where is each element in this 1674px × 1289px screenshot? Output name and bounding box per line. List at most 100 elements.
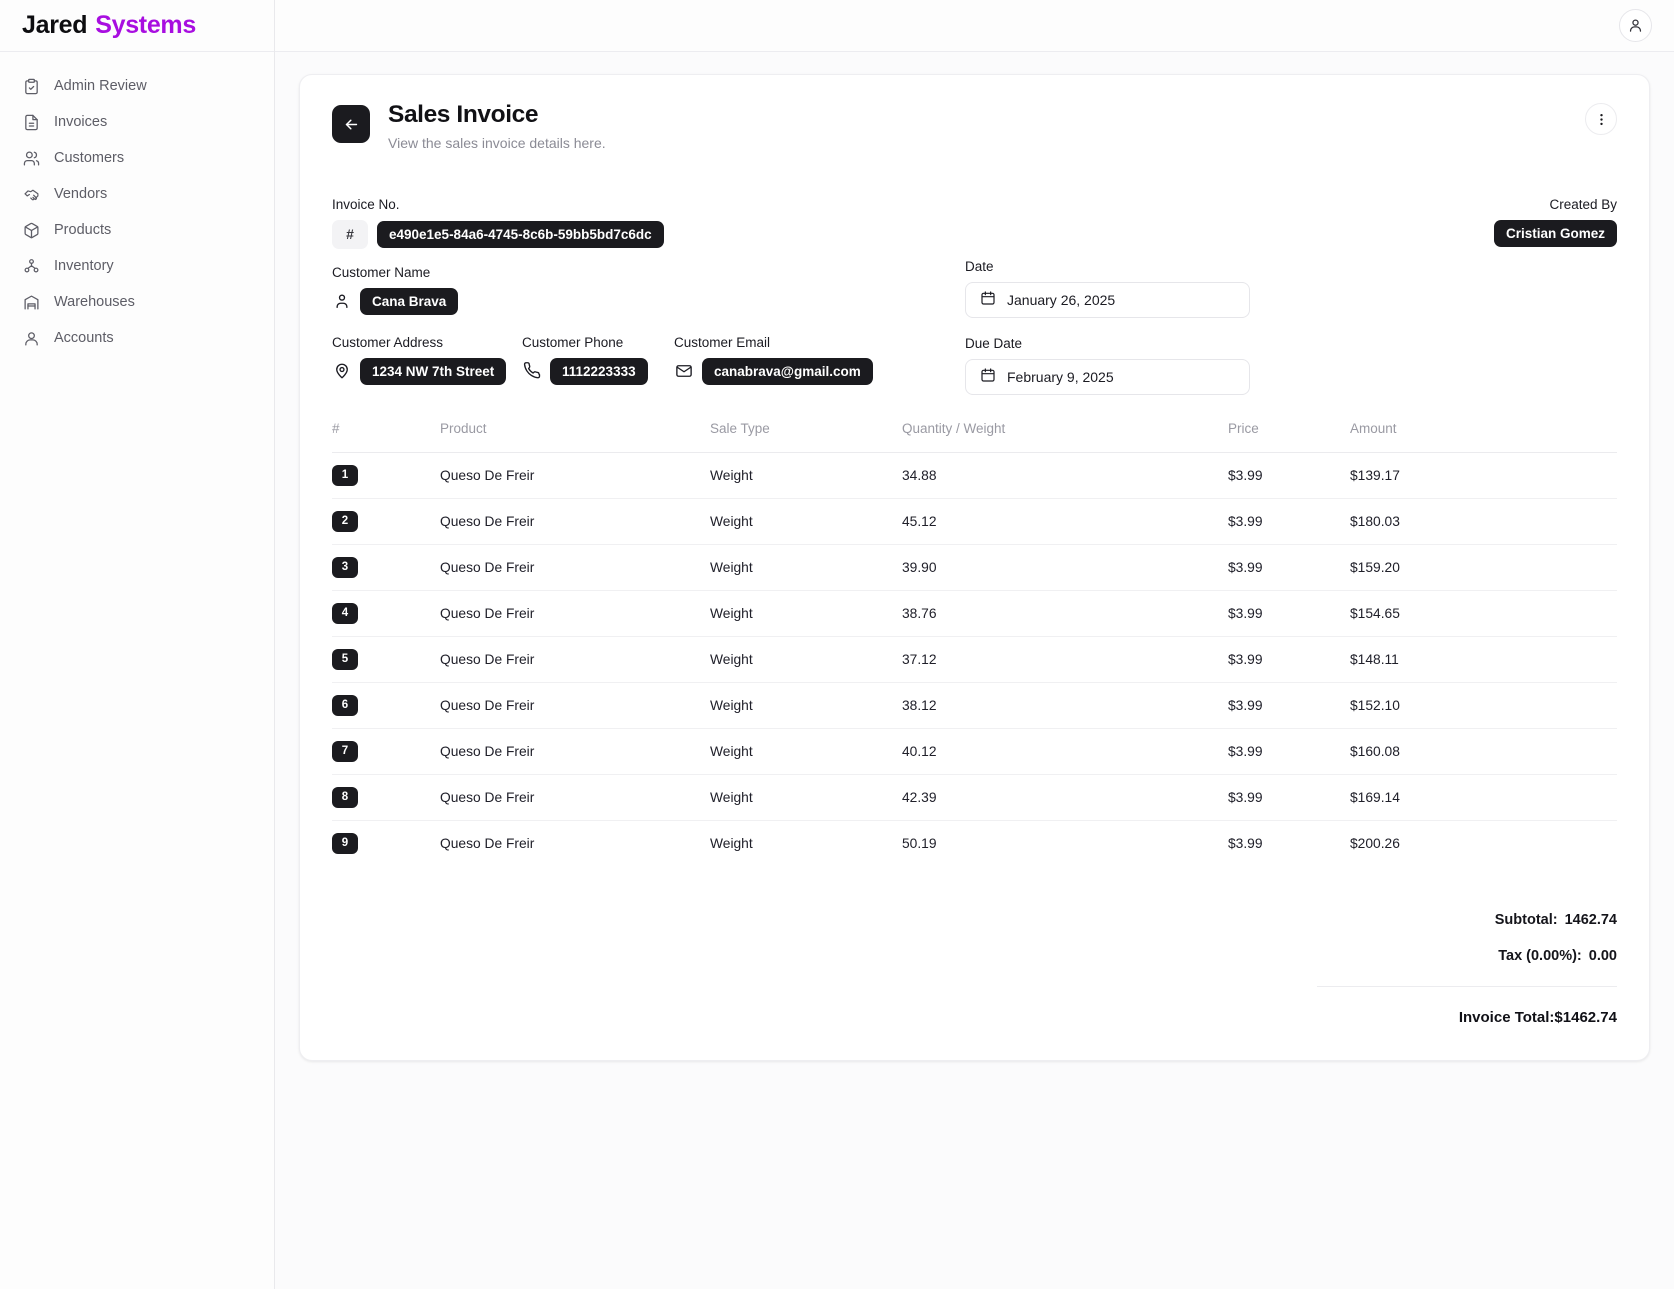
invoice-no-label: Invoice No.	[332, 196, 400, 212]
cell-price: $3.99	[1228, 819, 1350, 866]
users-icon	[22, 149, 40, 167]
cell-index: 8	[332, 773, 440, 821]
table-row[interactable]: 9 Queso De Freir Weight 50.19 $3.99 $200…	[332, 819, 1617, 866]
table-row[interactable]: 1 Queso De Freir Weight 34.88 $3.99 $139…	[332, 451, 1617, 499]
cell-quantity: 38.76	[902, 589, 1228, 637]
table-row[interactable]: 5 Queso De Freir Weight 37.12 $3.99 $148…	[332, 635, 1617, 683]
table-row[interactable]: 3 Queso De Freir Weight 39.90 $3.99 $159…	[332, 543, 1617, 591]
due-date-input[interactable]: February 9, 2025	[965, 358, 1250, 395]
sidebar-nav: Admin Review Invoices Customers Vendors	[0, 52, 274, 356]
row-number-badge: 8	[332, 786, 358, 808]
cell-price: $3.99	[1228, 543, 1350, 591]
sidebar-item-label: Inventory	[54, 258, 114, 274]
invoice-total-row: Invoice Total:$1462.74	[1459, 1009, 1617, 1026]
table-row[interactable]: 7 Queso De Freir Weight 40.12 $3.99 $160…	[332, 727, 1617, 775]
cell-amount: $154.65	[1350, 589, 1617, 637]
cell-product: Queso De Freir	[440, 589, 710, 637]
cell-product: Queso De Freir	[440, 681, 710, 729]
sidebar-item-invoices[interactable]: Invoices	[0, 104, 274, 140]
cell-quantity: 39.90	[902, 543, 1228, 591]
invoice-fields: Invoice No. # e490e1e5-84a6-4745-8c6b-59…	[332, 197, 1617, 397]
table-row[interactable]: 8 Queso De Freir Weight 42.39 $3.99 $169…	[332, 773, 1617, 821]
sidebar-item-products[interactable]: Products	[0, 212, 274, 248]
created-by-value: Cristian Gomez	[1493, 219, 1617, 247]
sidebar-item-inventory[interactable]: Inventory	[0, 248, 274, 284]
cell-index: 6	[332, 681, 440, 729]
column-header-quantity: Quantity / Weight	[902, 420, 1006, 436]
row-number-badge: 2	[332, 510, 358, 532]
card-header: Sales Invoice View the sales invoice det…	[332, 101, 1617, 151]
cell-saletype: Weight	[710, 451, 902, 499]
cell-price: $3.99	[1228, 589, 1350, 637]
cell-quantity: 42.39	[902, 773, 1228, 821]
arrow-left-icon[interactable]	[332, 105, 370, 143]
customer-address-field: Customer Address 1234 NW 7th Street	[332, 335, 507, 385]
cell-amount: $180.03	[1350, 497, 1617, 545]
cell-amount: $200.26	[1350, 819, 1617, 866]
sidebar-item-accounts[interactable]: Accounts	[0, 320, 274, 356]
cell-index: 9	[332, 819, 440, 866]
customer-address-value: 1234 NW 7th Street	[360, 357, 507, 385]
totals-section: Subtotal: 1462.74 Tax (0.00%): 0.00 Invoic…	[332, 912, 1617, 1026]
customer-name-value: Cana Brava	[360, 287, 459, 315]
sidebar-item-admin-review[interactable]: Admin Review	[0, 68, 274, 104]
cell-quantity: 50.19	[902, 819, 1228, 866]
cell-product: Queso De Freir	[440, 451, 710, 499]
table-header-row: # Product Sale Type Quantity / Weight Pr…	[332, 421, 1617, 453]
calendar-icon	[980, 290, 996, 309]
invoice-items-table: # Product Sale Type Quantity / Weight Pr…	[332, 421, 1617, 866]
file-text-icon	[22, 113, 40, 131]
cell-amount: $169.14	[1350, 773, 1617, 821]
customer-email-label: Customer Email	[674, 334, 771, 350]
sidebar-item-label: Vendors	[54, 186, 108, 202]
brand-name-primary: Jared	[22, 11, 88, 39]
tax-value: 0.00	[1588, 947, 1617, 964]
table-row[interactable]: 4 Queso De Freir Weight 38.76 $3.99 $154…	[332, 589, 1617, 637]
date-input[interactable]: January 26, 2025	[965, 281, 1250, 318]
sidebar-item-warehouses[interactable]: Warehouses	[0, 284, 274, 320]
person-icon	[332, 292, 351, 311]
cell-amount: $152.10	[1350, 681, 1617, 729]
row-number-badge: 6	[332, 694, 358, 716]
phone-icon	[522, 362, 541, 381]
sidebar-item-label: Invoices	[54, 114, 108, 130]
sidebar-item-customers[interactable]: Customers	[0, 140, 274, 176]
app-root: Jared Systems Admin Review Invoices Custo…	[0, 0, 1674, 1289]
table-row[interactable]: 2 Queso De Freir Weight 45.12 $3.99 $180…	[332, 497, 1617, 545]
cell-saletype: Weight	[710, 497, 902, 545]
date-field: Date January 26, 2025	[965, 259, 1250, 318]
row-number-badge: 7	[332, 740, 358, 762]
cell-saletype: Weight	[710, 589, 902, 637]
more-vertical-icon[interactable]	[1585, 103, 1617, 135]
customer-phone-field: Customer Phone 1112223333	[522, 335, 648, 385]
cell-quantity: 45.12	[902, 497, 1228, 545]
table-row[interactable]: 6 Queso De Freir Weight 38.12 $3.99 $152…	[332, 681, 1617, 729]
cell-index: 5	[332, 635, 440, 683]
created-by-field: Created By Cristian Gomez	[1493, 197, 1617, 247]
totals-divider	[1317, 985, 1617, 987]
cell-product: Queso De Freir	[440, 773, 710, 821]
hash-icon: #	[332, 219, 368, 249]
invoice-card: Sales Invoice View the sales invoice det…	[299, 74, 1650, 1061]
cell-amount: $159.20	[1350, 543, 1617, 591]
calendar-icon	[980, 367, 996, 386]
column-header-saletype: Sale Type	[710, 420, 770, 436]
table-body: 1 Queso De Freir Weight 34.88 $3.99 $139…	[332, 451, 1617, 866]
customer-phone-value: 1112223333	[550, 357, 648, 385]
sidebar-item-label: Admin Review	[54, 78, 147, 94]
sidebar-item-vendors[interactable]: Vendors	[0, 176, 274, 212]
cell-saletype: Weight	[710, 635, 902, 683]
due-date-field: Due Date February 9, 2025	[965, 336, 1250, 395]
column-header-product: Product	[440, 420, 487, 436]
tax-label: Tax (0.00%):	[1498, 947, 1582, 964]
row-number-badge: 5	[332, 648, 358, 670]
sidebar-item-label: Warehouses	[54, 294, 135, 310]
user-icon[interactable]	[1619, 9, 1652, 42]
cell-quantity: 37.12	[902, 635, 1228, 683]
boxes-icon	[22, 257, 40, 275]
map-pin-icon	[332, 362, 351, 381]
page-title: Sales Invoice	[388, 101, 539, 128]
cell-saletype: Weight	[710, 819, 902, 866]
cell-product: Queso De Freir	[440, 727, 710, 775]
brand-logo[interactable]: Jared Systems	[0, 0, 274, 52]
